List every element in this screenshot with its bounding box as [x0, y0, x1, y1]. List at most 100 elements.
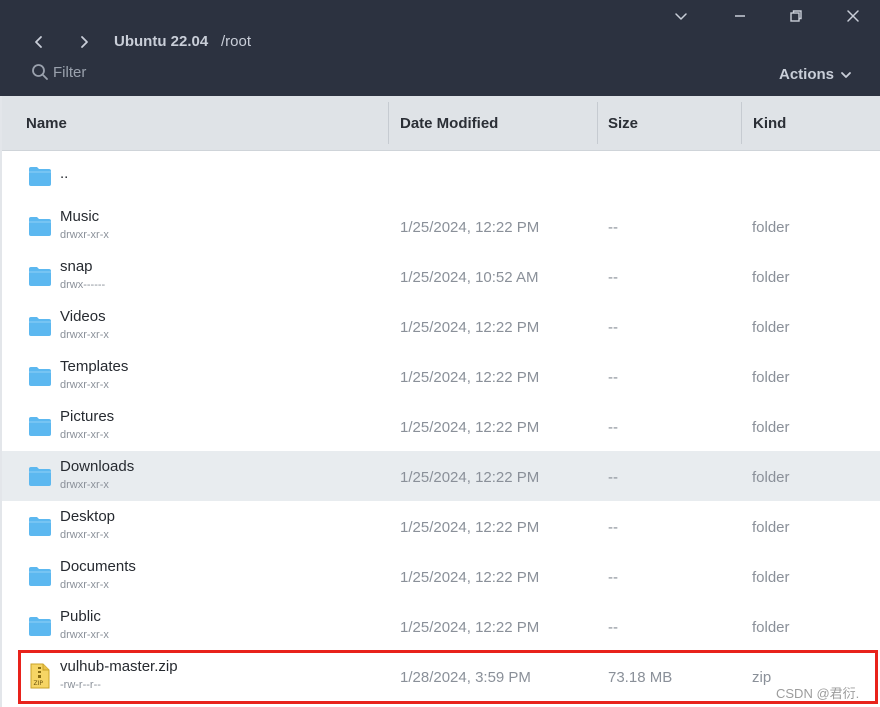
- watermark: CSDN @君衍.: [776, 686, 860, 701]
- file-permissions: drwx------: [60, 279, 106, 291]
- file-permissions: -rw-r--r--: [60, 679, 101, 691]
- file-kind: folder: [752, 369, 790, 386]
- file-row-music[interactable]: Music drwxr-xr-x 1/25/2024, 12:22 PM -- …: [2, 201, 880, 251]
- file-size: --: [608, 319, 618, 336]
- file-permissions: drwxr-xr-x: [60, 429, 109, 441]
- folder-icon: [29, 417, 51, 436]
- file-name: ..: [60, 165, 69, 182]
- column-header: Name Date Modified Size Kind: [2, 96, 880, 151]
- file-row-vulhub-master-zip[interactable]: ZIP vulhub-master.zip -rw-r--r-- 1/28/20…: [2, 651, 880, 701]
- file-row-public[interactable]: Public drwxr-xr-x 1/25/2024, 12:22 PM --…: [2, 601, 880, 651]
- file-kind: folder: [752, 219, 790, 236]
- column-header-name[interactable]: Name: [26, 96, 67, 150]
- actions-menu-button[interactable]: Actions: [779, 66, 852, 83]
- column-divider[interactable]: [388, 102, 389, 144]
- filter-placeholder: Filter: [53, 63, 87, 81]
- file-date-modified: 1/28/2024, 3:59 PM: [400, 669, 531, 686]
- column-header-size[interactable]: Size: [608, 96, 638, 150]
- file-permissions: drwxr-xr-x: [60, 329, 109, 341]
- file-name: vulhub-master.zip: [60, 658, 178, 675]
- host-name[interactable]: Ubuntu 22.04: [114, 33, 208, 50]
- file-date-modified: 1/25/2024, 12:22 PM: [400, 619, 540, 636]
- file-kind: folder: [752, 319, 790, 336]
- file-kind: folder: [752, 519, 790, 536]
- chevron-left-icon: [35, 36, 42, 48]
- column-header-date[interactable]: Date Modified: [400, 96, 498, 150]
- file-date-modified: 1/25/2024, 12:22 PM: [400, 419, 540, 436]
- file-name: Music: [60, 208, 100, 225]
- file-permissions: drwxr-xr-x: [60, 479, 109, 491]
- column-divider[interactable]: [597, 102, 598, 144]
- file-size: --: [608, 219, 618, 236]
- file-permissions: drwxr-xr-x: [60, 529, 109, 541]
- file-date-modified: 1/25/2024, 12:22 PM: [400, 469, 540, 486]
- folder-icon: [29, 217, 51, 236]
- window-menu-button[interactable]: [670, 5, 692, 27]
- folder-icon: [29, 567, 51, 586]
- file-size: --: [608, 369, 618, 386]
- file-date-modified: 1/25/2024, 12:22 PM: [400, 219, 540, 236]
- file-row-desktop[interactable]: Desktop drwxr-xr-x 1/25/2024, 12:22 PM -…: [2, 501, 880, 551]
- file-name: Downloads: [60, 458, 135, 475]
- file-date-modified: 1/25/2024, 12:22 PM: [400, 519, 540, 536]
- close-icon: [847, 10, 859, 22]
- file-permissions: drwxr-xr-x: [60, 379, 109, 391]
- file-kind: folder: [752, 569, 790, 586]
- actions-label: Actions: [779, 66, 835, 83]
- file-name: Documents: [60, 558, 136, 575]
- file-kind: folder: [752, 419, 790, 436]
- file-row-snap[interactable]: snap drwx------ 1/25/2024, 10:52 AM -- f…: [2, 251, 880, 301]
- title-bar: Ubuntu 22.04 /root Filter Actions: [0, 0, 880, 96]
- file-permissions: drwxr-xr-x: [60, 229, 109, 241]
- file-row-parent[interactable]: ..: [2, 151, 880, 201]
- file-row-downloads[interactable]: Downloads drwxr-xr-x 1/25/2024, 12:22 PM…: [2, 451, 880, 501]
- file-name: Templates: [60, 358, 129, 375]
- file-size: --: [608, 569, 618, 586]
- search-icon: [32, 64, 48, 80]
- file-name: Videos: [60, 308, 106, 325]
- current-path[interactable]: /root: [221, 33, 251, 50]
- file-size: --: [608, 519, 618, 536]
- file-row-pictures[interactable]: Pictures drwxr-xr-x 1/25/2024, 12:22 PM …: [2, 401, 880, 451]
- file-row-documents[interactable]: Documents drwxr-xr-x 1/25/2024, 12:22 PM…: [2, 551, 880, 601]
- close-button[interactable]: [842, 5, 864, 27]
- folder-icon: [29, 517, 51, 536]
- forward-button[interactable]: [72, 30, 96, 54]
- chevron-down-icon: [675, 13, 687, 20]
- file-name: snap: [60, 258, 93, 275]
- file-date-modified: 1/25/2024, 12:22 PM: [400, 319, 540, 336]
- back-button[interactable]: [27, 30, 51, 54]
- file-name: Desktop: [60, 508, 116, 525]
- file-kind: folder: [752, 269, 790, 286]
- file-list: .. Music drwxr-xr-x 1/25/2024, 12:22 PM …: [2, 151, 880, 707]
- filter-input[interactable]: Filter: [31, 63, 86, 81]
- file-date-modified: 1/25/2024, 12:22 PM: [400, 569, 540, 586]
- file-name: Pictures: [60, 408, 115, 425]
- folder-icon: [29, 167, 51, 186]
- file-permissions: drwxr-xr-x: [60, 579, 109, 591]
- file-row-videos[interactable]: Videos drwxr-xr-x 1/25/2024, 12:22 PM --…: [2, 301, 880, 351]
- minimize-button[interactable]: [729, 5, 751, 27]
- column-divider[interactable]: [741, 102, 742, 144]
- file-name: Public: [60, 608, 101, 625]
- chevron-down-icon: [841, 71, 851, 78]
- file-size: 73.18 MB: [608, 669, 673, 686]
- file-permissions: drwxr-xr-x: [60, 629, 109, 641]
- folder-icon: [29, 617, 51, 636]
- file-size: --: [608, 619, 618, 636]
- file-date-modified: 1/25/2024, 10:52 AM: [400, 269, 539, 286]
- file-size: --: [608, 269, 618, 286]
- column-header-kind[interactable]: Kind: [753, 96, 786, 150]
- minimize-icon: [735, 15, 745, 17]
- maximize-button[interactable]: [785, 5, 807, 27]
- file-row-templates[interactable]: Templates drwxr-xr-x 1/25/2024, 12:22 PM…: [2, 351, 880, 401]
- svg-text:ZIP: ZIP: [34, 680, 44, 687]
- folder-icon: [29, 367, 51, 386]
- file-size: --: [608, 419, 618, 436]
- file-size: --: [608, 469, 618, 486]
- file-date-modified: 1/25/2024, 12:22 PM: [400, 369, 540, 386]
- folder-icon: [29, 267, 51, 286]
- folder-icon: [29, 317, 51, 336]
- file-kind: zip: [752, 669, 772, 686]
- file-kind: folder: [752, 469, 790, 486]
